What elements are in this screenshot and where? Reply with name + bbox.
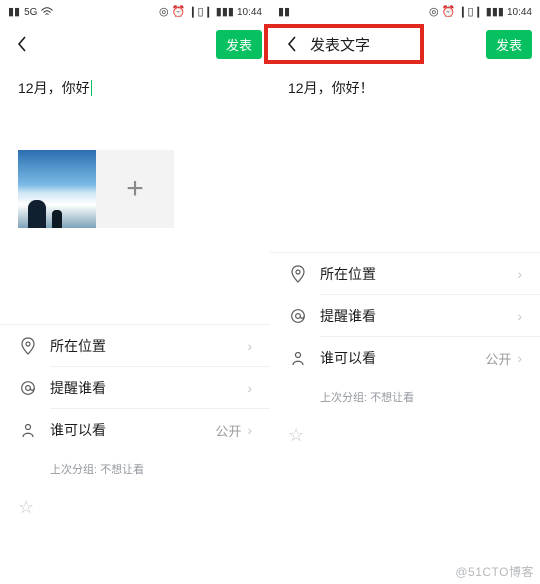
eye-off-icon: ◎ xyxy=(159,7,169,18)
option-location[interactable]: 所在位置 › xyxy=(270,253,540,295)
publish-button[interactable]: 发表 xyxy=(216,30,262,59)
text-cursor xyxy=(91,80,92,96)
favorite-star[interactable]: ☆ xyxy=(270,415,540,456)
compose-text: 12月，你好 xyxy=(18,78,90,98)
compose-area[interactable]: 12月，你好 xyxy=(0,64,270,124)
media-row: + xyxy=(0,124,270,236)
favorite-star[interactable]: ☆ xyxy=(0,487,270,528)
status-time: 10:44 xyxy=(237,7,262,18)
vibrate-icon: ❙▯❙ xyxy=(188,7,213,18)
location-icon xyxy=(18,336,38,356)
option-location[interactable]: 所在位置 › xyxy=(0,325,270,367)
chevron-right-icon: › xyxy=(517,266,522,282)
person-icon xyxy=(18,420,38,440)
alarm-icon: ⏰ xyxy=(172,7,186,18)
back-button[interactable] xyxy=(282,34,302,54)
option-mention[interactable]: 提醒谁看 › xyxy=(270,295,540,337)
signal-icon: ▮▮ xyxy=(278,7,290,18)
chevron-right-icon: › xyxy=(517,308,522,324)
eye-off-icon: ◎ xyxy=(429,7,439,18)
phone-right: ▮▮ ◎ ⏰ ❙▯❙ ▮▮▮ 10:44 发表文字 发表 12月，你好！ xyxy=(270,0,540,584)
options-list: 所在位置 › 提醒谁看 › 谁可以看 公开 › xyxy=(270,252,540,379)
chevron-right-icon: › xyxy=(247,422,252,438)
chevron-right-icon: › xyxy=(247,380,252,396)
publish-button[interactable]: 发表 xyxy=(486,30,532,59)
signal-icon: ▮▮ xyxy=(8,7,20,18)
chevron-right-icon: › xyxy=(247,338,252,354)
media-thumbnail[interactable] xyxy=(18,150,96,228)
add-media-button[interactable]: + xyxy=(96,150,174,228)
status-time: 10:44 xyxy=(507,7,532,18)
last-group-hint: 上次分组: 不想让看 xyxy=(0,451,270,487)
option-visibility[interactable]: 谁可以看 公开 › xyxy=(270,337,540,379)
alarm-icon: ⏰ xyxy=(442,7,456,18)
option-label: 提醒谁看 xyxy=(50,378,247,398)
option-label: 所在位置 xyxy=(320,264,517,284)
vibrate-icon: ❙▯❙ xyxy=(458,7,483,18)
top-bar: 发表文字 发表 xyxy=(270,24,540,64)
option-mention[interactable]: 提醒谁看 › xyxy=(0,367,270,409)
page-title: 发表文字 xyxy=(310,34,370,55)
compose-text: 12月，你好！ xyxy=(288,78,374,98)
option-label: 所在位置 xyxy=(50,336,247,356)
wifi-icon xyxy=(41,7,53,17)
compose-area[interactable]: 12月，你好！ xyxy=(270,64,540,124)
option-value: 公开 xyxy=(215,421,241,440)
battery-icon: ▮▮▮ xyxy=(216,7,234,18)
chevron-right-icon: › xyxy=(517,350,522,366)
option-label: 提醒谁看 xyxy=(320,306,517,326)
option-label: 谁可以看 xyxy=(50,420,215,440)
location-icon xyxy=(288,264,308,284)
option-value: 公开 xyxy=(485,349,511,368)
person-icon xyxy=(288,348,308,368)
watermark: @51CTO博客 xyxy=(455,563,534,580)
mention-icon xyxy=(18,378,38,398)
signal-label: 5G xyxy=(24,7,37,18)
mention-icon xyxy=(288,306,308,326)
last-group-hint: 上次分组: 不想让看 xyxy=(270,379,540,415)
top-bar: 发表 xyxy=(0,24,270,64)
option-visibility[interactable]: 谁可以看 公开 › xyxy=(0,409,270,451)
option-label: 谁可以看 xyxy=(320,348,485,368)
options-list: 所在位置 › 提醒谁看 › 谁可以看 公开 › xyxy=(0,324,270,451)
status-bar: ▮▮ ◎ ⏰ ❙▯❙ ▮▮▮ 10:44 xyxy=(270,0,540,24)
status-bar: ▮▮ 5G ◎ ⏰ ❙▯❙ ▮▮▮ 10:44 xyxy=(0,0,270,24)
phone-left: ▮▮ 5G ◎ ⏰ ❙▯❙ ▮▮▮ 10:44 发表 xyxy=(0,0,270,584)
battery-icon: ▮▮▮ xyxy=(486,7,504,18)
back-button[interactable] xyxy=(12,34,32,54)
